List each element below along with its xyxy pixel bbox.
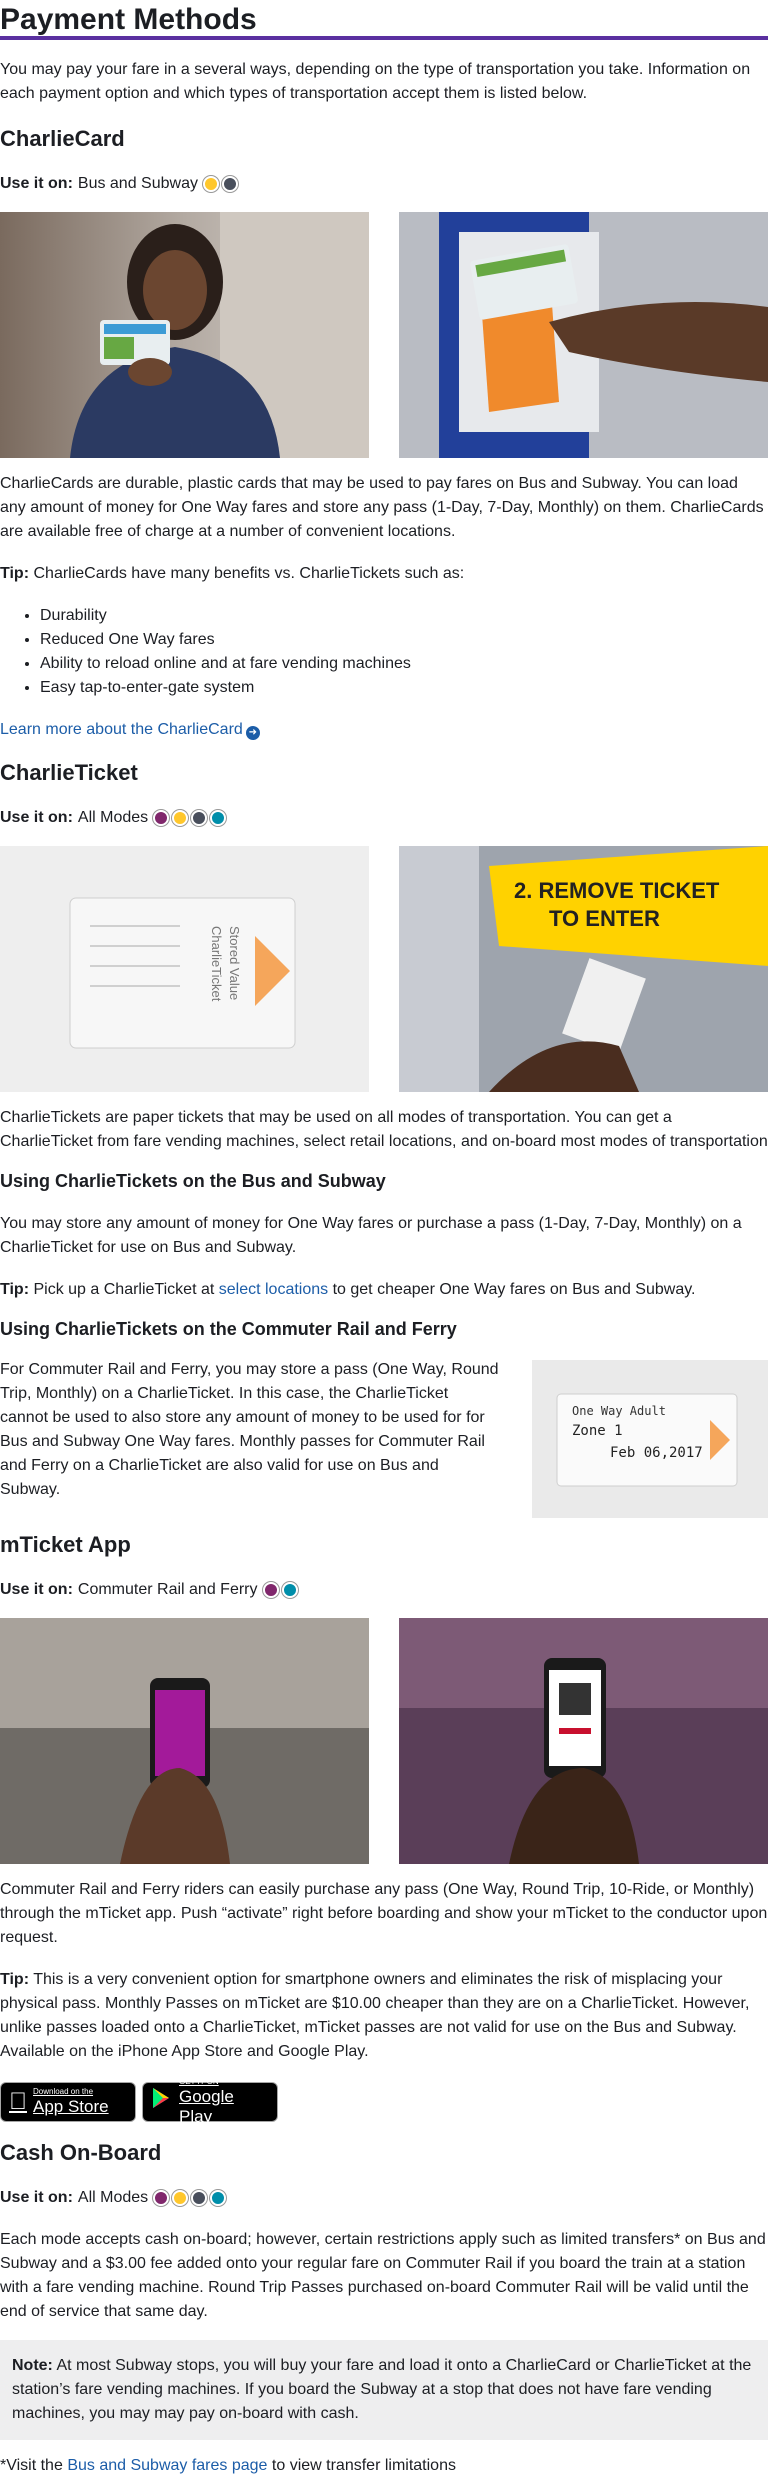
app-store-big-label: App Store [15, 2097, 109, 2116]
list-item: Easy tap-to-enter-gate system [40, 676, 768, 700]
charlieticket-use-it-on: Use it on: All Modes [0, 806, 768, 830]
charlieticket-tip: Tip: Pick up a CharlieTicket at select l… [0, 1278, 768, 1302]
commuter-rail-icon [153, 810, 170, 826]
charliecard-photos [0, 212, 768, 458]
stored-value-line-1: Stored Value [227, 926, 242, 1000]
charliecard-use-it-on: Use it on: Bus and Subway [0, 172, 768, 196]
ticket-line-1: One Way Adult [572, 1404, 666, 1418]
cash-footnote: *Visit the Bus and Subway fares page to … [0, 2454, 768, 2478]
learn-more-charliecard-link[interactable]: Learn more about the CharlieCard ➜ [0, 721, 260, 740]
stored-value-line-2: CharlieTicket [209, 926, 224, 1002]
charlieticket-cr-ferry-body: For Commuter Rail and Ferry, you may sto… [0, 1361, 499, 1498]
remove-ticket-line-2: TO ENTER [549, 906, 660, 931]
charliecard-benefits-list: Durability Reduced One Way fares Ability… [0, 604, 768, 700]
ferry-icon [281, 1582, 298, 1598]
google-play-big-label: Google Play [179, 2087, 234, 2126]
charlieticket-photo-gate: 2. REMOVE TICKET TO ENTER [399, 846, 768, 1092]
mticket-body: Commuter Rail and Ferry riders can easil… [0, 1881, 768, 1946]
tip-text-pre: Pick up a CharlieTicket at [33, 1281, 215, 1298]
charliecard-photo-gate [399, 212, 768, 458]
note-label: Note: [12, 2357, 53, 2374]
charlieticket-cr-ferry-heading: Using CharlieTickets on the Commuter Rai… [0, 1319, 457, 1339]
app-store-buttons:  Download on the App Store GET IT ON Go… [0, 2077, 768, 2126]
mticket-photo-phone-qr [399, 1618, 768, 1864]
ferry-icon [210, 2190, 227, 2206]
google-play-button[interactable]: GET IT ON Google Play [142, 2077, 278, 2126]
learn-more-label: Learn more about the CharlieCard [0, 721, 243, 738]
use-it-on-label: Use it on: [0, 175, 73, 192]
footnote-post: to view transfer limitations [271, 2457, 456, 2474]
page-title: Payment Methods [0, 0, 768, 40]
app-store-button[interactable]:  Download on the App Store [0, 2082, 136, 2122]
cash-note-box: Note: At most Subway stops, you will buy… [0, 2340, 768, 2440]
apple-icon:  [9, 2090, 27, 2114]
commuter-rail-icon [262, 1582, 279, 1598]
charlieticket-bus-subway-heading: Using CharlieTickets on the Bus and Subw… [0, 1171, 386, 1191]
charliecard-photo-woman [0, 212, 369, 458]
google-play-icon [151, 2087, 171, 2117]
use-it-on-modes: All Modes [77, 2189, 149, 2206]
charlieticket-bus-subway-body: You may store any amount of money for On… [0, 1215, 742, 1256]
cash-heading: Cash On-Board [0, 2140, 162, 2165]
cash-use-it-on: Use it on: All Modes [0, 2186, 768, 2210]
ferry-icon [210, 810, 227, 826]
use-it-on-label: Use it on: [0, 1581, 73, 1598]
bus-icon [202, 176, 219, 192]
use-it-on-label: Use it on: [0, 809, 73, 826]
cash-body: Each mode accepts cash on-board; however… [0, 2231, 766, 2320]
charlieticket-photo-ticket: Stored Value CharlieTicket [0, 846, 369, 1092]
ticket-line-2: Zone 1 [572, 1423, 623, 1439]
ticket-line-3: Feb 06,2017 [610, 1445, 703, 1461]
charliecard-tip: Tip: CharlieCards have many benefits vs.… [0, 562, 768, 586]
commuter-rail-icon [153, 2190, 170, 2206]
bus-subway-fares-link[interactable]: Bus and Subway fares page [67, 2457, 267, 2474]
mticket-use-it-on: Use it on: Commuter Rail and Ferry [0, 1578, 768, 1602]
payment-methods-page: Payment Methods You may pay your fare in… [0, 0, 768, 2478]
cr-ferry-section: For Commuter Rail and Ferry, you may sto… [0, 1360, 768, 1518]
subway-icon [191, 810, 208, 826]
list-item: Reduced One Way fares [40, 628, 768, 652]
cash-note: Note: At most Subway stops, you will buy… [12, 2354, 756, 2426]
charlieticket-photos: Stored Value CharlieTicket 2. REMOVE TIC… [0, 846, 768, 1092]
bus-icon [172, 810, 189, 826]
subway-icon [191, 2190, 208, 2206]
app-store-small-label: Download on the [15, 2087, 93, 2096]
tip-text: This is a very convenient option for sma… [0, 1971, 750, 2060]
use-it-on-modes: Bus and Subway [77, 175, 198, 192]
list-item: Durability [40, 604, 768, 628]
arrow-right-icon: ➜ [245, 726, 260, 740]
use-it-on-modes: Commuter Rail and Ferry [77, 1581, 258, 1598]
remove-ticket-line-1: 2. REMOVE TICKET [514, 878, 720, 903]
footnote-pre: *Visit the [0, 2457, 63, 2474]
bus-icon [172, 2190, 189, 2206]
tip-text: CharlieCards have many benefits vs. Char… [33, 565, 465, 582]
use-it-on-modes: All Modes [77, 809, 149, 826]
google-play-small-label: GET IT ON [179, 2077, 219, 2086]
intro-text: You may pay your fare in a several ways,… [0, 61, 751, 102]
tip-text-post: to get cheaper One Way fares on Bus and … [332, 1281, 696, 1298]
note-text: At most Subway stops, you will buy your … [12, 2357, 752, 2422]
select-locations-link[interactable]: select locations [219, 1281, 328, 1298]
one-way-ticket-photo: One Way Adult Zone 1 Feb 06,2017 [532, 1360, 768, 1518]
mticket-photo-phone-purple [0, 1618, 369, 1864]
mticket-photos [0, 1618, 768, 1864]
charlieticket-heading: CharlieTicket [0, 760, 138, 785]
tip-label: Tip: [0, 565, 30, 582]
list-item: Ability to reload online and at fare ven… [40, 652, 768, 676]
charliecard-heading: CharlieCard [0, 126, 125, 151]
learn-more-row: Learn more about the CharlieCard ➜ [0, 718, 768, 742]
tip-label: Tip: [0, 1971, 30, 1988]
charlieticket-body: CharlieTickets are paper tickets that ma… [0, 1109, 768, 1150]
charliecard-body: CharlieCards are durable, plastic cards … [0, 475, 764, 540]
use-it-on-label: Use it on: [0, 2189, 73, 2206]
tip-label: Tip: [0, 1281, 30, 1298]
mticket-heading: mTicket App [0, 1532, 131, 1557]
mticket-tip: Tip: This is a very convenient option fo… [0, 1968, 768, 2064]
subway-icon [221, 176, 238, 192]
